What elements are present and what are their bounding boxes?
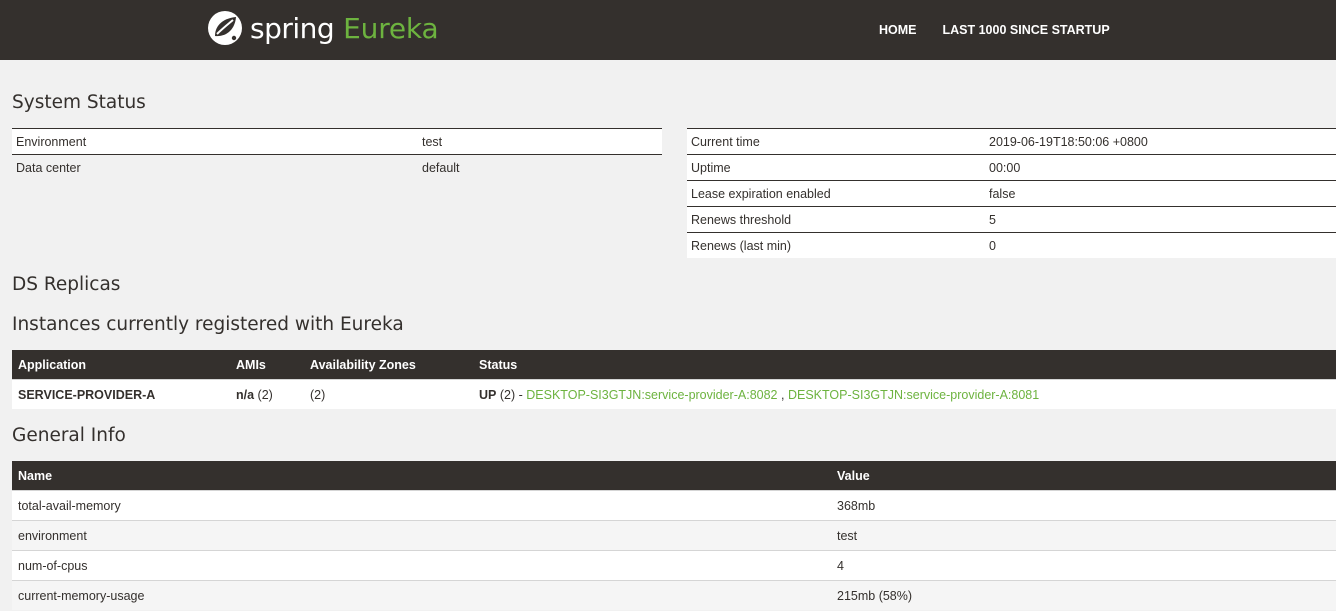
info-name: num-of-cpus xyxy=(12,550,831,581)
col-name: Name xyxy=(12,461,831,491)
amis-cell: n/a (2) xyxy=(230,379,304,409)
table-row: SERVICE-PROVIDER-A n/a (2) (2) UP (2) - … xyxy=(12,379,1336,409)
application-name: SERVICE-PROVIDER-A xyxy=(12,379,230,409)
general-info-title: General Info xyxy=(12,425,126,446)
col-status: Status xyxy=(473,350,1336,380)
nav-home-link[interactable]: HOME xyxy=(866,23,930,37)
instances-table: Application AMIs Availability Zones Stat… xyxy=(12,350,1336,409)
status-up: UP xyxy=(479,387,497,402)
system-status-title: System Status xyxy=(12,92,146,113)
renews-last-min-value: 0 xyxy=(989,238,996,253)
nav-links: HOME LAST 1000 SINCE STARTUP xyxy=(866,0,1123,60)
amis-count: (2) xyxy=(257,387,273,402)
info-value: 368mb xyxy=(831,490,1336,521)
env-value: test xyxy=(422,134,443,149)
ds-replicas-title: DS Replicas xyxy=(12,274,121,295)
renews-threshold-value: 5 xyxy=(989,212,996,227)
renews-last-min-label: Renews (last min) xyxy=(691,238,792,253)
col-amis: AMIs xyxy=(230,350,304,380)
amis-value: n/a xyxy=(236,387,255,402)
table-row: Current time 2019-06-19T18:50:06 +0800 xyxy=(687,128,1336,155)
brand-logo[interactable]: spring Eureka xyxy=(206,9,439,47)
instance-link-8081[interactable]: DESKTOP-SI3GTJN:service-provider-A:8081 xyxy=(788,388,1039,402)
status-count: (2) - xyxy=(499,387,523,402)
info-value: 4 xyxy=(831,550,1336,581)
table-row: current-memory-usage 215mb (58%) xyxy=(12,580,1336,610)
table-row: num-of-cpus 4 xyxy=(12,550,1336,581)
instance-link-8082[interactable]: DESKTOP-SI3GTJN:service-provider-A:8082 xyxy=(526,388,777,402)
table-row: Data center default xyxy=(12,154,662,181)
spring-leaf-icon xyxy=(208,11,242,45)
table-row: Renews threshold 5 xyxy=(687,206,1336,233)
info-name: current-memory-usage xyxy=(12,580,831,610)
zones-cell: (2) xyxy=(304,379,473,409)
general-info-table: Name Value total-avail-memory 368mb envi… xyxy=(12,461,1336,610)
uptime-value: 00:00 xyxy=(989,160,1021,175)
brand-spring-text: spring xyxy=(250,11,335,45)
navbar: spring Eureka HOME LAST 1000 SINCE START… xyxy=(0,0,1336,60)
info-name: environment xyxy=(12,520,831,551)
table-header-row: Application AMIs Availability Zones Stat… xyxy=(12,350,1336,380)
table-row: Uptime 00:00 xyxy=(687,154,1336,181)
table-row: Renews (last min) 0 xyxy=(687,232,1336,258)
instances-title: Instances currently registered with Eure… xyxy=(12,314,404,335)
renews-threshold-label: Renews threshold xyxy=(691,212,792,227)
col-availability-zones: Availability Zones xyxy=(304,350,473,380)
table-row: Environment test xyxy=(12,128,662,155)
current-time-value: 2019-06-19T18:50:06 +0800 xyxy=(989,134,1148,149)
datacenter-value: default xyxy=(422,160,460,175)
current-time-label: Current time xyxy=(691,134,760,149)
table-row: Lease expiration enabled false xyxy=(687,180,1336,207)
col-value: Value xyxy=(831,461,1336,491)
status-table: Current time 2019-06-19T18:50:06 +0800 U… xyxy=(687,128,1336,258)
table-row: total-avail-memory 368mb xyxy=(12,490,1336,521)
info-name: total-avail-memory xyxy=(12,490,831,521)
instance-separator: , xyxy=(781,387,785,402)
nav-last-1000-link[interactable]: LAST 1000 SINCE STARTUP xyxy=(930,23,1123,37)
datacenter-label: Data center xyxy=(16,160,81,175)
table-header-row: Name Value xyxy=(12,461,1336,491)
uptime-label: Uptime xyxy=(691,160,731,175)
info-value: 215mb (58%) xyxy=(831,580,1336,610)
brand-eureka-text: Eureka xyxy=(343,11,439,45)
env-label: Environment xyxy=(16,134,87,149)
status-cell: UP (2) - DESKTOP-SI3GTJN:service-provide… xyxy=(473,379,1336,409)
lease-expiration-label: Lease expiration enabled xyxy=(691,186,831,201)
col-application: Application xyxy=(12,350,230,380)
lease-expiration-value: false xyxy=(989,186,1016,201)
info-value: test xyxy=(831,520,1336,551)
environment-table: Environment test Data center default xyxy=(12,128,662,180)
table-row: environment test xyxy=(12,520,1336,551)
